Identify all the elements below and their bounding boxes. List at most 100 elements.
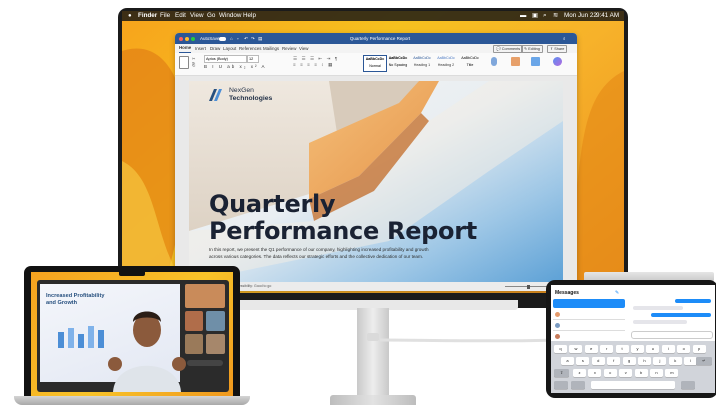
key-k[interactable]: k [668, 357, 682, 365]
participant-tile[interactable] [206, 334, 225, 354]
zoom-slider-thumb[interactable] [527, 284, 530, 289]
participant-tile[interactable] [185, 334, 203, 354]
style-heading-2[interactable]: AaBbCcDc Heading 2 [435, 55, 457, 70]
key-z[interactable]: z [573, 369, 586, 377]
key-v[interactable]: v [619, 369, 633, 377]
control-center-icon[interactable]: ▣ [532, 11, 538, 21]
document-page[interactable]: NexGen Technologies Quarterly Performanc… [189, 81, 563, 282]
key-y[interactable]: y [631, 345, 644, 353]
space-bar[interactable] [591, 381, 675, 389]
paragraph-buttons[interactable]: ☰ ☰ ☰ ⇤ ⇥ ¶ ≡ ≡ ≡ ≡ ↕ ▦ [293, 56, 339, 68]
wifi-icon[interactable]: ≋ [553, 11, 558, 21]
clipboard-tools[interactable]: ✂ ⎘ [192, 56, 195, 68]
key-p[interactable]: p [692, 345, 706, 353]
compose-icon[interactable]: ✎ [615, 290, 619, 296]
key-g[interactable]: g [622, 357, 636, 365]
tab-review[interactable]: Review [282, 44, 296, 53]
key-b[interactable]: b [634, 369, 648, 377]
dismiss-keyboard-key[interactable] [681, 381, 695, 389]
menu-go[interactable]: Go [207, 11, 215, 21]
share-button[interactable]: ⇪ Share [547, 45, 568, 53]
participant-tile[interactable] [185, 284, 225, 308]
minimize-button[interactable] [185, 36, 189, 41]
tab-insert[interactable]: Insert [195, 44, 206, 53]
participant-tile[interactable] [206, 311, 225, 331]
tab-home[interactable]: Home [179, 44, 192, 53]
battery-icon[interactable]: ▬ [520, 11, 526, 21]
menu-finder[interactable]: Finder [138, 11, 157, 21]
laptop: Increased Profitability and Growth [24, 266, 240, 398]
style-title[interactable]: AaBbCcDc Title [459, 55, 481, 70]
font-size-field[interactable]: 12 [247, 55, 259, 63]
tab-mailings[interactable]: Mailings [263, 44, 279, 53]
tab-layout[interactable]: Layout [223, 44, 236, 53]
key-e[interactable]: e [584, 345, 598, 353]
copilot-icon[interactable] [553, 57, 562, 66]
key-s[interactable]: s [576, 357, 590, 365]
message-input[interactable] [631, 331, 713, 339]
participant-tile[interactable] [185, 311, 203, 331]
emoji-key[interactable] [571, 381, 585, 389]
menu-view[interactable]: View [190, 11, 204, 21]
tab-references[interactable]: References [239, 44, 261, 53]
cable-clip [367, 333, 379, 341]
key-c[interactable]: c [603, 369, 617, 377]
apple-icon[interactable]: ● [128, 11, 132, 21]
key-i[interactable]: i [661, 345, 675, 353]
key-r[interactable]: r [600, 345, 614, 353]
report-intro-line-1: In this report, we present the Q1 perfor… [209, 247, 429, 252]
key-w[interactable]: w [569, 345, 583, 353]
return-key[interactable]: ↵ [696, 357, 712, 365]
key-j[interactable]: j [653, 357, 667, 365]
editing-button[interactable]: ✎ Editing [521, 45, 543, 53]
key-t[interactable]: t [615, 345, 629, 353]
menu-edit[interactable]: Edit [175, 11, 186, 21]
key-x[interactable]: x [588, 369, 602, 377]
dictate-icon[interactable] [491, 57, 497, 66]
menubar-date[interactable]: Mon Jun 22 [564, 11, 597, 21]
designer-icon[interactable] [531, 57, 540, 66]
home-icon[interactable]: ⌂ [230, 33, 233, 44]
list-item[interactable] [553, 299, 625, 308]
autosave-toggle[interactable] [219, 36, 226, 41]
key-q[interactable]: q [554, 345, 567, 353]
menubar-time[interactable]: 9:41 AM [596, 11, 619, 21]
style-normal[interactable]: AaBbCcDc Normal [363, 55, 387, 72]
save-icon[interactable]: ▫ [237, 33, 239, 44]
call-controls[interactable] [187, 360, 223, 366]
menu-file[interactable]: File [160, 11, 170, 21]
style-no-spacing[interactable]: AaBbCcDc No Spacing [387, 55, 409, 70]
comments-button[interactable]: 💬 Comments [493, 45, 524, 53]
list-item[interactable] [553, 310, 625, 320]
tab-draw[interactable]: Draw [210, 44, 220, 53]
numbers-key[interactable] [554, 381, 568, 389]
menu-help[interactable]: Help [243, 11, 256, 21]
key-o[interactable]: o [677, 345, 691, 353]
close-button[interactable] [179, 36, 183, 41]
style-heading-1[interactable]: AaBbCcDc Heading 1 [411, 55, 433, 70]
key-h[interactable]: h [638, 357, 651, 365]
tab-view[interactable]: View [299, 44, 308, 53]
redo-icon[interactable]: ↷ [251, 33, 255, 44]
conversation-list[interactable] [553, 299, 625, 342]
list-item[interactable] [553, 321, 625, 331]
undo-icon[interactable]: ↶ [244, 33, 248, 44]
key-d[interactable]: d [591, 357, 605, 365]
paste-icon[interactable] [179, 56, 189, 69]
font-name-field[interactable]: Aptos (Body) [204, 55, 247, 63]
key-m[interactable]: m [665, 369, 679, 377]
autosave-label[interactable]: AutoSave [200, 33, 220, 44]
search-icon[interactable]: ⌕ [543, 11, 547, 21]
shift-key[interactable]: ⇧ [554, 369, 569, 377]
print-icon[interactable]: ▤ [258, 33, 262, 44]
format-buttons[interactable]: B I U ab x₂ x² A [204, 64, 267, 69]
key-f[interactable]: f [607, 357, 621, 365]
menu-window[interactable]: Window [219, 11, 241, 21]
search-icon[interactable]: ⌕ [563, 33, 566, 44]
key-a[interactable]: a [561, 357, 574, 365]
zoom-button[interactable] [191, 36, 195, 41]
keyboard-row-2: asdfghjkl [561, 357, 711, 365]
key-n[interactable]: n [650, 369, 663, 377]
add-ins-icon[interactable] [511, 57, 520, 66]
key-u[interactable]: u [646, 345, 660, 353]
